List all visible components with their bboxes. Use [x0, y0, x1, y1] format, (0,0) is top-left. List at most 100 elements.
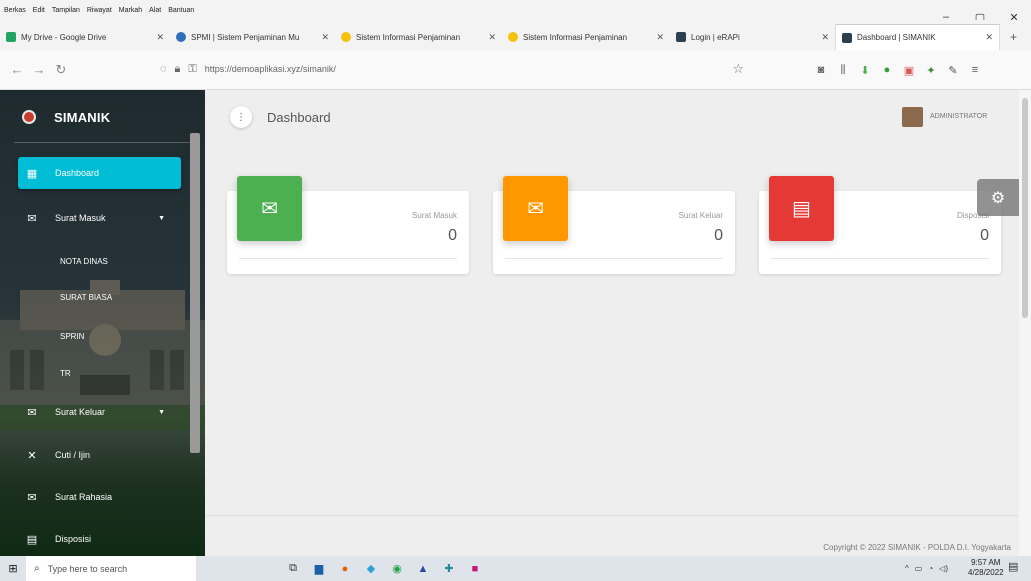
- more-vert-icon: ⋮: [236, 111, 246, 123]
- sidebar-item-label: Surat Keluar: [55, 407, 106, 417]
- tab-title: Login | eRAPi: [691, 32, 740, 42]
- tab-close-icon[interactable]: ✕: [317, 32, 329, 43]
- caret-down-icon: ▼: [158, 408, 165, 416]
- tab-close-icon[interactable]: ✕: [652, 32, 664, 43]
- back-icon[interactable]: ←: [6, 62, 28, 77]
- tab-dashboard-simanik[interactable]: Dashboard | SIMANIK ✕: [835, 24, 1000, 50]
- copyright-text: Copyright © 2022 SIMANIK - POLDA D.I. Yo…: [823, 543, 1011, 552]
- download-icon[interactable]: ⬇: [854, 64, 876, 77]
- card-divider: [505, 258, 723, 259]
- notification-icon[interactable]: ▤: [1008, 560, 1018, 573]
- sidebar-item-surat-masuk[interactable]: ✉ Surat Masuk ▼: [18, 202, 181, 234]
- file-explorer-icon[interactable]: ▆: [306, 556, 332, 581]
- sidebar-item-label: Surat Masuk: [55, 213, 106, 223]
- spmi-icon: [176, 32, 186, 42]
- app-magenta-icon[interactable]: ■: [462, 556, 488, 581]
- id-card-icon: ▤: [769, 176, 834, 241]
- secret-mail-icon: ✉: [27, 491, 37, 504]
- clock[interactable]: 9:57 AM 4/28/2022: [968, 558, 1004, 578]
- tab-erapi[interactable]: Login | eRAPi ✕: [670, 24, 835, 50]
- stat-card-surat-keluar[interactable]: ✉ Surat Keluar 0: [493, 176, 735, 274]
- submenu-item-tr[interactable]: TR: [60, 369, 71, 378]
- settings-gear-button[interactable]: ⚙: [977, 179, 1019, 216]
- dashboard-icon: ▦: [26, 167, 38, 180]
- scrollbar-thumb[interactable]: [1022, 98, 1028, 318]
- toolbar-icons: ◙ ⫼ ⬇ ● ▣ ✦ ✎ ≡: [810, 50, 986, 90]
- taskbar-search[interactable]: ⌕ Type here to search: [26, 556, 196, 581]
- shield-icon[interactable]: ◌: [160, 63, 167, 75]
- tab-sipm-1[interactable]: Sistem Informasi Penjaminan ✕: [335, 24, 502, 50]
- clock-time: 9:57 AM: [971, 558, 1001, 567]
- tab-close-icon[interactable]: ✕: [152, 32, 164, 43]
- menu-edit[interactable]: Edit: [33, 7, 45, 14]
- tab-google-drive[interactable]: My Drive - Google Drive ✕: [0, 24, 170, 50]
- sidebar-brand[interactable]: SIMANIK: [0, 102, 205, 132]
- hamburger-menu-icon[interactable]: ≡: [964, 64, 986, 76]
- sidebar-divider: [14, 142, 190, 143]
- battery-icon[interactable]: ▭: [915, 564, 923, 573]
- sidebar-scrollbar[interactable]: [190, 133, 200, 453]
- extension-android-icon[interactable]: ✦: [920, 64, 942, 77]
- sidebar-item-disposisi[interactable]: ▤ Disposisi: [18, 523, 181, 555]
- card-divider: [239, 258, 457, 259]
- network-app-icon[interactable]: ✚: [436, 556, 462, 581]
- reload-icon[interactable]: ↻: [50, 62, 72, 78]
- sidebar-item-cuti-ijin[interactable]: ✕ Cuti / Ijin: [18, 439, 181, 471]
- pen-icon[interactable]: ✎: [942, 64, 964, 77]
- tab-close-icon[interactable]: ✕: [484, 32, 496, 43]
- url-text[interactable]: https://demoaplikasi.xyz/simanik/: [205, 64, 336, 74]
- user-name[interactable]: ADMINISTRATOR: [930, 113, 987, 120]
- new-tab-button[interactable]: +: [1004, 24, 1023, 50]
- sidebar-item-surat-keluar[interactable]: ✉ Surat Keluar ▼: [18, 396, 181, 428]
- search-placeholder: Type here to search: [47, 563, 128, 574]
- stat-card-disposisi[interactable]: ▤ Disposisi 0: [759, 176, 1001, 274]
- sidebar-item-dashboard[interactable]: ▦ Dashboard: [18, 157, 181, 189]
- extension-new-icon[interactable]: ▣: [898, 64, 920, 77]
- taskbar: ⊞ ⌕ Type here to search ⧉ ▆ ● ◆ ◉ ▲ ✚ ■ …: [0, 556, 1031, 581]
- menu-bantuan[interactable]: Bantuan: [168, 7, 194, 14]
- menu-riwayat[interactable]: Riwayat: [87, 7, 112, 14]
- sidebar-item-label: Disposisi: [55, 534, 92, 544]
- tray-chevron-icon[interactable]: ^: [905, 564, 909, 573]
- library-icon[interactable]: ⫼: [832, 64, 854, 77]
- submenu-item-surat-biasa[interactable]: SURAT BIASA: [60, 293, 112, 302]
- card-value: 0: [980, 227, 989, 244]
- bookmark-star-icon[interactable]: ☆: [732, 61, 744, 77]
- tab-title: Sistem Informasi Penjaminan: [523, 32, 628, 42]
- lock-icon[interactable]: 🔒︎: [175, 63, 181, 76]
- page-scrollbar[interactable]: [1019, 90, 1031, 556]
- url-bar[interactable]: ◌ 🔒︎ ⚿ https://demoaplikasi.xyz/simanik/…: [160, 57, 750, 81]
- menu-tampilan[interactable]: Tampilan: [52, 7, 80, 14]
- telegram-icon[interactable]: ◆: [358, 556, 384, 581]
- avatar[interactable]: [902, 107, 923, 127]
- stat-card-surat-masuk[interactable]: ✉ Surat Masuk 0: [227, 176, 469, 274]
- menu-markah[interactable]: Markah: [119, 7, 142, 14]
- mail-out-icon: ✉: [27, 406, 37, 419]
- app-icon[interactable]: ▲: [410, 556, 436, 581]
- submenu-item-nota-dinas[interactable]: NOTA DINAS: [60, 257, 108, 266]
- windows-start-icon[interactable]: ⊞: [0, 562, 26, 575]
- forward-icon[interactable]: →: [28, 62, 50, 77]
- whatsapp-icon[interactable]: ◉: [384, 556, 410, 581]
- leave-icon: ✕: [27, 449, 37, 462]
- menu-toggle-button[interactable]: ⋮: [230, 106, 252, 128]
- tab-title: SPMI | Sistem Penjaminan Mu: [191, 32, 300, 42]
- extension-green-icon[interactable]: ●: [876, 64, 898, 76]
- simanik-logo-icon: [22, 110, 36, 124]
- sidebar-item-surat-rahasia[interactable]: ✉ Surat Rahasia: [18, 481, 181, 513]
- tab-spmi[interactable]: SPMI | Sistem Penjaminan Mu ✕: [170, 24, 335, 50]
- tab-sipm-2[interactable]: Sistem Informasi Penjaminan ✕: [502, 24, 670, 50]
- menu-alat[interactable]: Alat: [149, 7, 161, 14]
- pocket-icon[interactable]: ◙: [810, 64, 832, 76]
- menu-berkas[interactable]: Berkas: [4, 7, 26, 14]
- clock-date: 4/28/2022: [968, 568, 1004, 577]
- tab-close-icon[interactable]: ✕: [817, 32, 829, 43]
- volume-icon[interactable]: ◁): [939, 564, 948, 573]
- tab-close-icon[interactable]: ✕: [981, 32, 993, 43]
- firefox-icon[interactable]: ●: [332, 556, 358, 581]
- submenu-item-sprin[interactable]: SPRIN: [60, 332, 84, 341]
- network-icon[interactable]: ◔: [928, 564, 933, 573]
- caret-down-icon: ▼: [158, 214, 165, 222]
- mail-send-icon: ✉: [503, 176, 568, 241]
- task-view-icon[interactable]: ⧉: [280, 556, 306, 581]
